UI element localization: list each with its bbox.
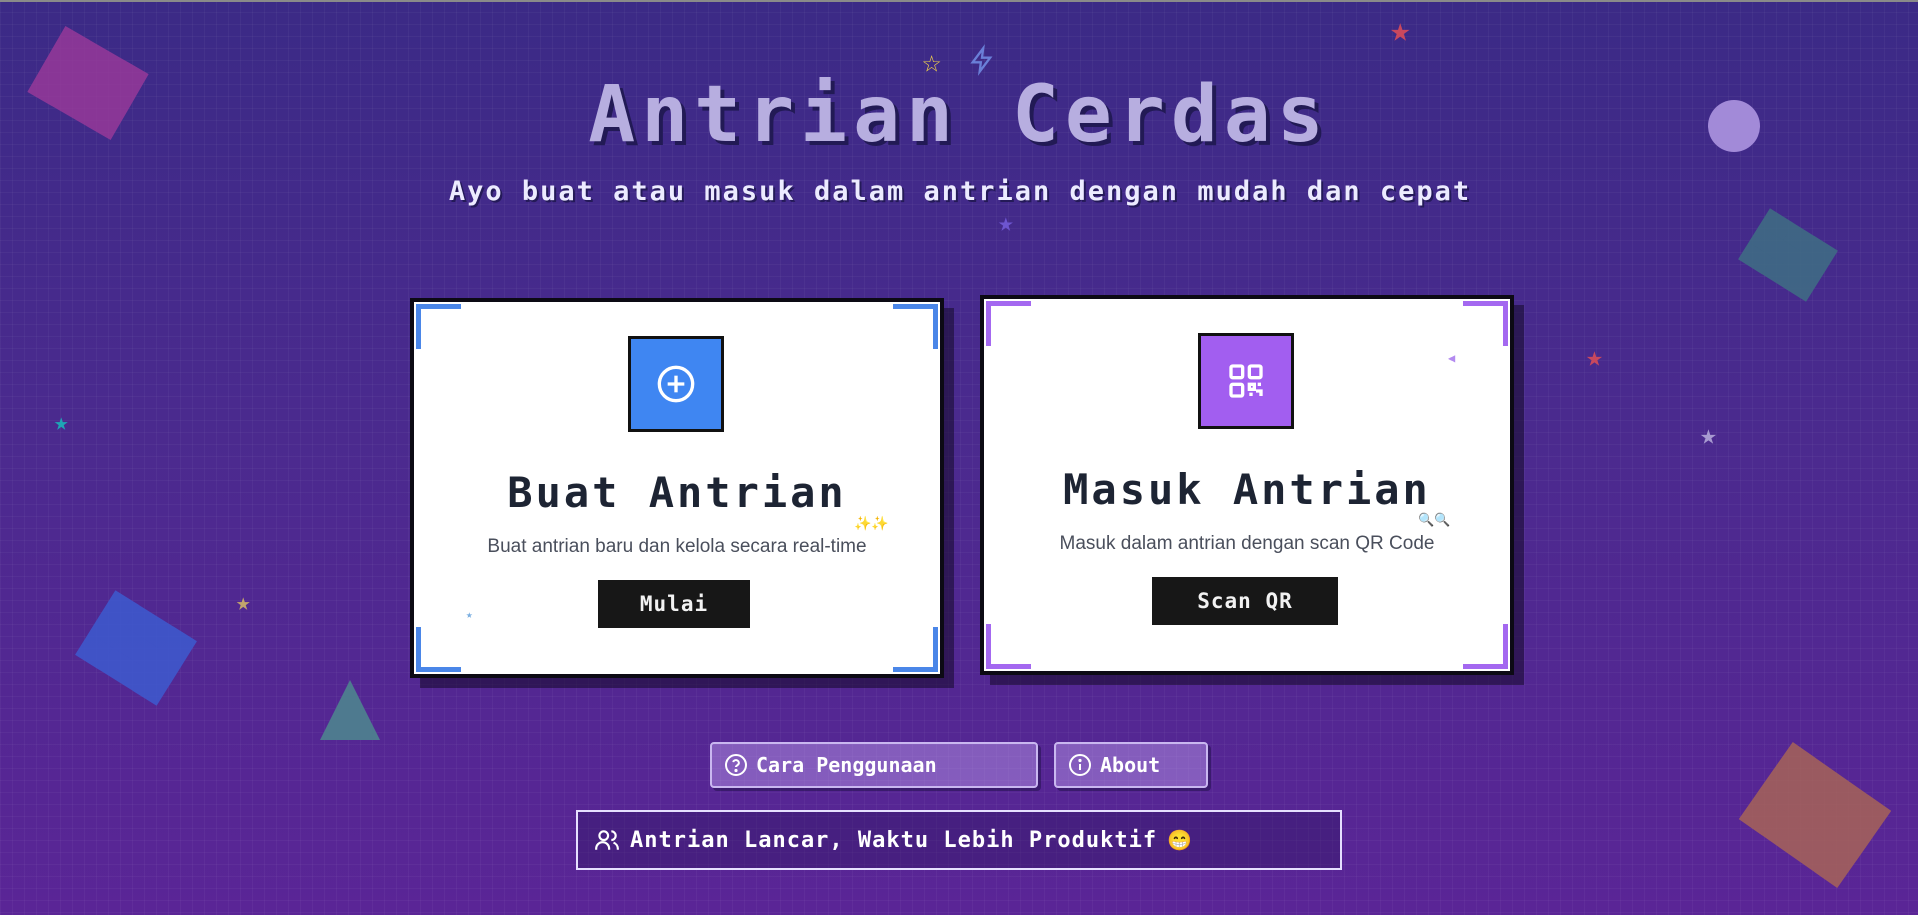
triangle-icon: ◀ [1448,351,1456,365]
join-queue-description: Masuk dalam antrian dengan scan QR Code [1059,533,1435,554]
star-icon: ★ [466,608,473,621]
help-circle-icon [725,754,747,776]
sparkle-icon: ✨✨ [854,516,889,532]
card-corner [893,304,938,349]
qr-code-icon [1229,364,1263,398]
tagline-banner: Antrian Lancar, Waktu Lebih Produktif 😁 [576,810,1342,870]
grin-emoji-icon: 😁 [1167,828,1193,852]
start-button[interactable]: Mulai [598,580,750,628]
card-corner [986,624,1031,669]
join-queue-title: Masuk Antrian [1063,465,1431,514]
star-icon: ★ [1700,418,1717,451]
help-button-label: Cara Penggunaan [756,753,937,777]
info-circle-icon [1069,754,1091,776]
plus-circle-icon [657,365,695,403]
join-queue-icon-box [1198,333,1294,429]
join-queue-card[interactable]: Masuk Antrian 🔍🔍 Masuk dalam antrian den… [980,295,1514,675]
users-icon [595,830,619,850]
star-icon: ★ [998,208,1014,238]
star-icon: ★ [236,588,251,616]
scan-qr-button[interactable]: Scan QR [1152,577,1338,625]
magnifier-icon: 🔍🔍 [1418,513,1451,528]
card-corner [893,627,938,672]
card-corner [416,627,461,672]
star-icon: ★ [1586,340,1603,373]
create-queue-icon-box [628,336,724,432]
decor-triangle [320,680,380,740]
star-icon: ★ [54,408,69,436]
card-corner [1463,624,1508,669]
card-corner [986,301,1031,346]
star-icon: ★ [1390,10,1411,50]
tagline-text: Antrian Lancar, Waktu Lebih Produktif [630,827,1158,853]
help-button[interactable]: Cara Penggunaan [710,742,1038,788]
page-title: Antrian Cerdas [588,70,1330,160]
card-corner [416,304,461,349]
create-queue-card[interactable]: Buat Antrian ✨✨ Buat antrian baru dan ke… [410,298,944,678]
card-corner [1463,301,1508,346]
top-border [0,0,1918,2]
create-queue-description: Buat antrian baru dan kelola secara real… [487,536,867,557]
create-queue-title: Buat Antrian [507,468,847,517]
page-subtitle: Ayo buat atau masuk dalam antrian dengan… [448,176,1472,207]
about-button-label: About [1100,753,1161,777]
about-button[interactable]: About [1054,742,1208,788]
